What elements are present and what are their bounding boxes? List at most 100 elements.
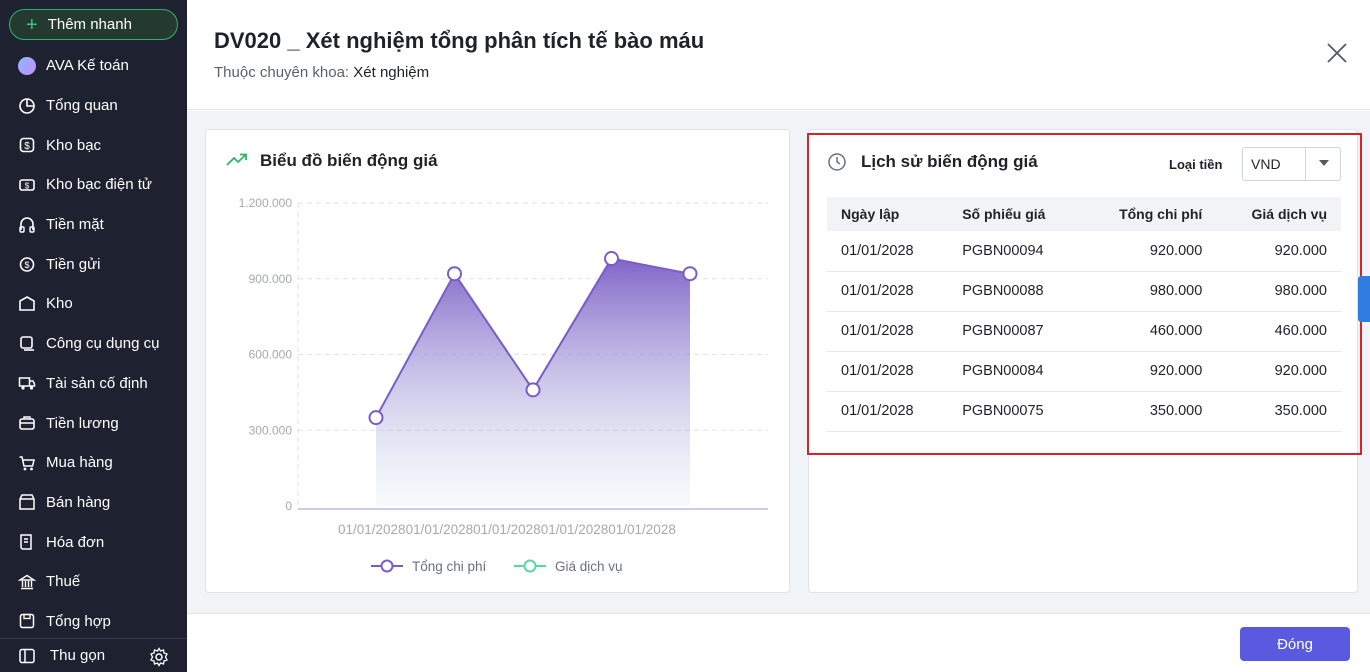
sidebar-item-deposit[interactable]: $ Tiền gửi [0,244,187,284]
sidebar: + Thêm nhanh AVA Kế toán Tổng quan $ Kho… [0,0,187,672]
dialog-body: Biểu đồ biến động giá 1.200.000 900.000 60… [187,111,1370,613]
bank-icon [18,573,36,591]
table-row: 01/01/2028 PGBN00088 980.000 980.000 [827,271,1341,312]
currency-value: VND [1251,156,1281,172]
sidebar-item-fixed-assets[interactable]: Tài sản cố định [0,364,187,404]
sidebar-item-invoice[interactable]: Hóa đơn [0,522,187,562]
sidebar-nav: AVA Kế toán Tổng quan $ Kho bạc $ Kho bạ… [0,46,187,641]
sidebar-item-overview[interactable]: Tổng quan [0,86,187,126]
data-point [682,266,698,282]
cell-date: 01/01/2028 [827,231,949,272]
table-row: 01/01/2028 PGBN00075 350.000 350.000 [827,391,1341,432]
data-point [604,251,619,267]
salary-icon [18,414,36,432]
sidebar-item-label: AVA Kế toán [46,57,129,75]
column-header-cost[interactable]: Tổng chi phí [1082,197,1217,231]
clock-icon [828,153,846,171]
sidebar-collapse-icon [18,647,36,665]
sidebar-item-sales[interactable]: Bán hàng [0,483,187,523]
cell-cost: 920.000 [1082,231,1217,272]
sidebar-item-purchase[interactable]: Mua hàng [0,443,187,483]
side-panel-tab[interactable] [1358,276,1370,322]
dialog-header: DV020 _ Xét nghiệm tổng phân tích tế bào… [187,0,1370,110]
treasury-icon: $ [18,136,36,154]
y-tick-label: 900.000 [249,272,293,286]
y-tick-label: 300.000 [249,423,293,437]
table-row: 01/01/2028 PGBN00087 460.000 460.000 [827,311,1341,352]
cell-date: 01/01/2028 [827,311,949,352]
specialty-value: Xét nghiệm [353,64,430,81]
dialog-subtitle: Thuộc chuyên khoa: Xét nghiệm [214,64,429,81]
area-fill [376,258,690,506]
collapse-label: Thu gọn [50,647,106,664]
price-code-link[interactable]: PGBN00094 [948,231,1083,272]
caret-down-icon [1319,160,1329,166]
sidebar-item-tax[interactable]: Thuế [0,562,187,602]
sidebar-item-label: Tiền lương [46,414,119,432]
cell-price: 920.000 [1216,231,1341,272]
currency-select[interactable]: VND [1242,147,1341,181]
sidebar-item-label: Thuế [46,573,81,591]
price-code-link[interactable]: PGBN00087 [948,311,1083,352]
e-treasury-icon: $ [18,176,36,194]
sidebar-item-label: Công cụ dụng cụ [46,335,160,353]
cell-date: 01/01/2028 [827,391,949,432]
column-header-code[interactable]: Số phiếu giá [948,197,1083,231]
sidebar-item-ava[interactable]: AVA Kế toán [0,46,187,86]
sidebar-item-e-treasury[interactable]: $ Kho bạc điện tử [0,165,187,205]
price-history-card: Lịch sử biến động giá Loại tiền VND Ngày… [808,129,1358,593]
cell-cost: 350.000 [1082,391,1217,432]
y-tick-label: 1.200.000 [239,196,293,210]
table-header-row: Ngày lập Số phiếu giá Tổng chi phí Giá d… [827,197,1341,231]
history-title: Lịch sử biến động giá [861,152,1038,171]
collapse-sidebar-button[interactable]: Thu gọn [0,638,187,672]
cell-date: 01/01/2028 [827,351,949,392]
cart-icon [18,454,36,472]
sidebar-item-summary[interactable]: Tổng hợp [0,602,187,642]
gear-icon[interactable] [149,647,169,667]
sidebar-item-label: Tổng quan [46,97,118,115]
cell-price: 980.000 [1216,271,1341,312]
sidebar-item-warehouse[interactable]: Kho [0,284,187,324]
sidebar-item-salary[interactable]: Tiền lương [0,403,187,443]
y-tick-label: 600.000 [249,348,293,362]
cell-cost: 920.000 [1082,351,1217,392]
trend-up-icon [226,153,247,166]
sales-icon [18,493,36,511]
deposit-icon: $ [18,255,36,273]
price-chart-card: Biểu đồ biến động giá 1.200.000 900.000 60… [205,129,790,593]
sidebar-item-label: Mua hàng [46,454,113,472]
sidebar-item-label: Tiền gửi [46,255,101,273]
data-point [368,410,384,426]
sidebar-item-cash[interactable]: Tiền mặt [0,205,187,245]
legend-label: Tổng chi phí [412,559,487,574]
close-icon[interactable] [1324,40,1350,66]
sidebar-item-label: Kho bạc [46,136,102,154]
history-header: Lịch sử biến động giá [827,152,1038,172]
specialty-label: Thuộc chuyên khoa: [214,64,350,81]
ava-avatar-icon [18,56,36,75]
svg-text:$: $ [24,141,30,152]
quick-add-button[interactable]: + Thêm nhanh [9,9,178,40]
currency-label: Loại tiền [1169,157,1223,172]
quick-add-label: Thêm nhanh [47,16,132,33]
truck-icon [18,374,36,392]
dialog-title: DV020 _ Xét nghiệm tổng phân tích tế bào… [214,28,705,53]
price-code-link[interactable]: PGBN00088 [948,271,1083,312]
sidebar-item-label: Tiền mặt [46,216,104,234]
column-header-date[interactable]: Ngày lập [827,197,949,231]
close-dialog-button[interactable]: Đóng [1240,627,1350,661]
y-tick-label: 0 [285,499,292,513]
price-code-link[interactable]: PGBN00084 [948,351,1083,392]
legend-label: Giá dịch vụ [555,559,623,574]
sidebar-item-treasury[interactable]: $ Kho bạc [0,125,187,165]
column-header-price[interactable]: Giá dịch vụ [1216,197,1341,231]
legend-marker [523,559,537,573]
svg-text:$: $ [25,181,30,190]
price-code-link[interactable]: PGBN00075 [948,391,1083,432]
sidebar-item-tools[interactable]: Công cụ dụng cụ [0,324,187,364]
data-point [525,382,541,398]
plus-icon: + [26,13,38,36]
cell-cost: 460.000 [1082,311,1217,352]
cell-price: 920.000 [1216,351,1341,392]
